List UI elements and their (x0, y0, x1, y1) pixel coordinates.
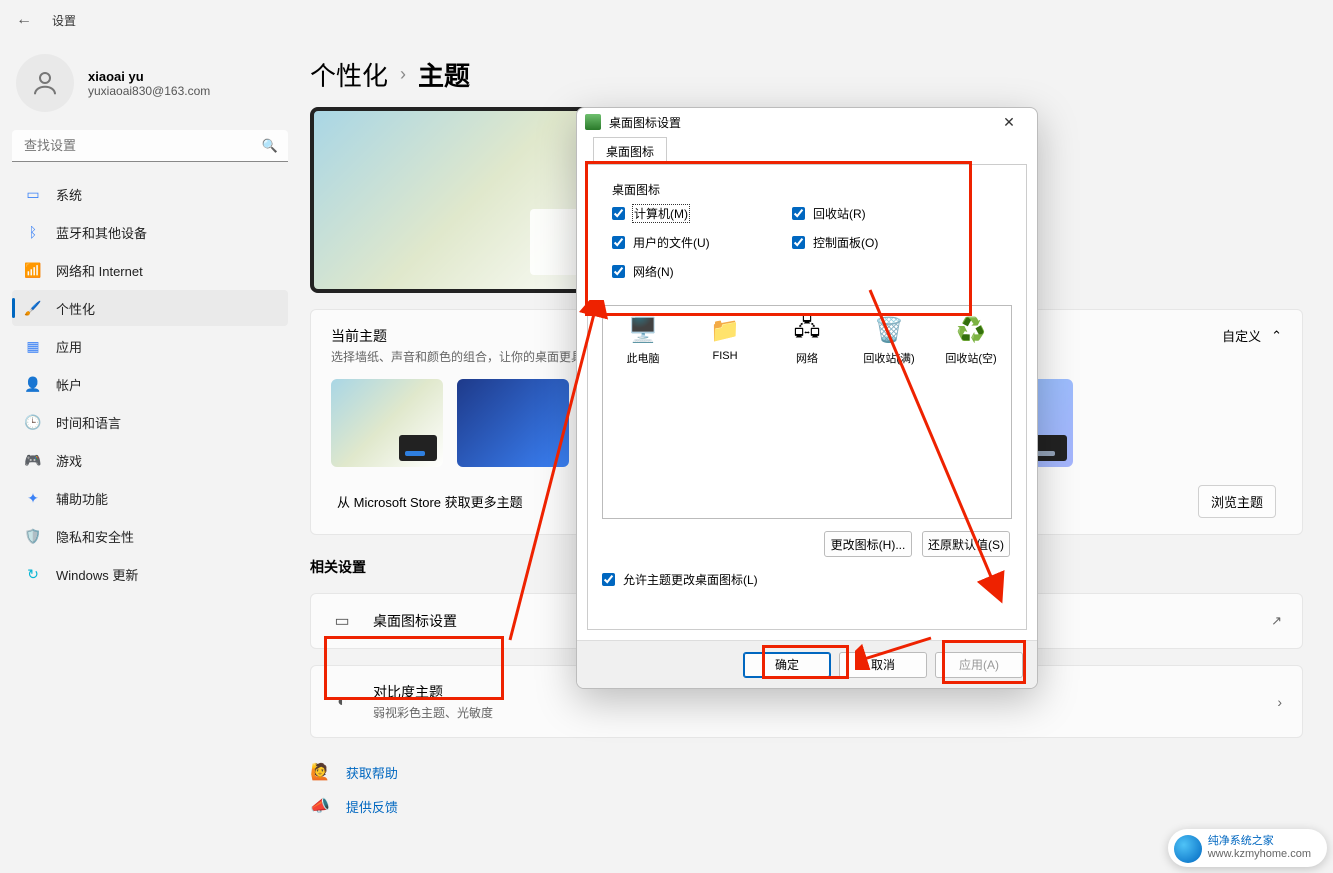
customize-toggle[interactable]: 自定义 ⌃ (1222, 326, 1282, 345)
profile-email: yuxiaoai830@163.com (88, 84, 210, 98)
pc-icon: 🖥️ (627, 314, 659, 346)
avatar (16, 54, 74, 112)
search-box[interactable]: 🔍 (12, 130, 288, 162)
icon-recycle-empty[interactable]: ♻️回收站(空) (935, 314, 1007, 510)
external-link-icon: ↗ (1271, 613, 1282, 629)
browse-themes-button[interactable]: 浏览主题 (1198, 485, 1276, 518)
gamepad-icon: 🎮 (24, 451, 42, 469)
nav-apps[interactable]: ▦应用 (12, 328, 288, 364)
apply-button[interactable]: 应用(A) (935, 652, 1023, 678)
app-title: 设置 (52, 12, 76, 29)
bluetooth-icon: ᛒ (24, 223, 42, 241)
group-label: 桌面图标 (610, 181, 662, 198)
current-theme-title: 当前主题 (331, 326, 607, 346)
help-icon: 🙋 (310, 762, 330, 782)
update-icon: ↻ (24, 565, 42, 583)
recycle-full-icon: 🗑️ (873, 314, 905, 346)
nav-accessibility[interactable]: ✦辅助功能 (12, 480, 288, 516)
desktop-icon: ▭ (331, 610, 353, 632)
ok-button[interactable]: 确定 (743, 652, 831, 678)
check-user-files[interactable]: 用户的文件(U) (612, 234, 792, 251)
tab-desktop-icons[interactable]: 桌面图标 (593, 137, 667, 165)
nav-list: ▭系统 ᛒ蓝牙和其他设备 📶网络和 Internet 🖌️个性化 ▦应用 👤帐户… (12, 176, 288, 592)
nav-system[interactable]: ▭系统 (12, 176, 288, 212)
nav-bluetooth[interactable]: ᛒ蓝牙和其他设备 (12, 214, 288, 250)
person-icon: 👤 (24, 375, 42, 393)
close-button[interactable]: ✕ (989, 108, 1029, 136)
dialog-icon (585, 114, 601, 130)
watermark: 纯净系统之家 www.kzmyhome.com (1168, 829, 1327, 867)
allow-theme-change-check[interactable]: 允许主题更改桌面图标(L) (602, 571, 758, 588)
wifi-icon: 📶 (24, 261, 42, 279)
search-input[interactable] (12, 130, 288, 162)
chevron-right-icon: › (1277, 694, 1282, 710)
check-network[interactable]: 网络(N) (612, 263, 792, 280)
network-icon: 🖧 (791, 314, 823, 346)
restore-defaults-button[interactable]: 还原默认值(S) (922, 531, 1010, 557)
help-link[interactable]: 🙋获取帮助 (310, 762, 1303, 782)
icon-recycle-full[interactable]: 🗑️回收站(满) (853, 314, 925, 510)
icon-network[interactable]: 🖧网络 (771, 314, 843, 510)
shield-icon: 🛡️ (24, 527, 42, 545)
breadcrumb-parent[interactable]: 个性化 (310, 56, 388, 93)
search-icon: 🔍 (262, 138, 278, 154)
icon-preview-list[interactable]: 🖥️此电脑 📁FISH 🖧网络 🗑️回收站(满) ♻️回收站(空) (602, 305, 1012, 519)
nav-privacy[interactable]: 🛡️隐私和安全性 (12, 518, 288, 554)
nav-accounts[interactable]: 👤帐户 (12, 366, 288, 402)
folder-icon: 📁 (709, 314, 741, 346)
sidebar: xiaoai yu yuxiaoai830@163.com 🔍 ▭系统 ᛒ蓝牙和… (0, 40, 300, 873)
nav-update[interactable]: ↻Windows 更新 (12, 556, 288, 592)
icon-user-folder[interactable]: 📁FISH (689, 314, 761, 510)
cancel-button[interactable]: 取消 (839, 652, 927, 678)
theme-thumb-2[interactable] (457, 379, 569, 467)
nav-personalization[interactable]: 🖌️个性化 (12, 290, 288, 326)
desktop-icon-settings-dialog: 桌面图标设置 ✕ 桌面图标 桌面图标 计算机(M) 回收站(R) 用户的文件(U… (576, 107, 1038, 689)
profile-block[interactable]: xiaoai yu yuxiaoai830@163.com (12, 48, 288, 126)
back-button[interactable]: ← (12, 8, 36, 32)
brush-icon: 🖌️ (24, 299, 42, 317)
contrast-icon: ◐ (331, 691, 353, 713)
chevron-right-icon: › (400, 64, 406, 85)
theme-thumb-1[interactable]: .th:nth-child(1) .th-tb::after{backgroun… (331, 379, 443, 467)
apps-icon: ▦ (24, 337, 42, 355)
change-icon-button[interactable]: 更改图标(H)... (824, 531, 912, 557)
nav-network[interactable]: 📶网络和 Internet (12, 252, 288, 288)
breadcrumb: 个性化 › 主题 (310, 50, 1303, 107)
chevron-up-icon: ⌃ (1271, 328, 1282, 344)
accessibility-icon: ✦ (24, 489, 42, 507)
profile-name: xiaoai yu (88, 69, 210, 84)
feedback-icon: 📣 (310, 796, 330, 816)
breadcrumb-current: 主题 (418, 56, 470, 93)
dialog-titlebar[interactable]: 桌面图标设置 ✕ (577, 108, 1037, 136)
icon-this-pc[interactable]: 🖥️此电脑 (607, 314, 679, 510)
globe-icon: 🕒 (24, 413, 42, 431)
current-theme-subtitle: 选择墙纸、声音和颜色的组合，让你的桌面更具个性 (331, 348, 607, 365)
nav-gaming[interactable]: 🎮游戏 (12, 442, 288, 478)
recycle-empty-icon: ♻️ (955, 314, 987, 346)
check-recycle-bin[interactable]: 回收站(R) (792, 205, 972, 222)
feedback-link[interactable]: 📣提供反馈 (310, 796, 1303, 816)
nav-time[interactable]: 🕒时间和语言 (12, 404, 288, 440)
store-text: 从 Microsoft Store 获取更多主题 (337, 492, 523, 511)
display-icon: ▭ (24, 185, 42, 203)
dialog-title: 桌面图标设置 (609, 114, 989, 131)
dialog-tabpage: 桌面图标 计算机(M) 回收站(R) 用户的文件(U) 控制面板(O) 网络(N… (587, 164, 1027, 630)
check-control-panel[interactable]: 控制面板(O) (792, 234, 972, 251)
check-computer[interactable]: 计算机(M) (612, 205, 792, 222)
